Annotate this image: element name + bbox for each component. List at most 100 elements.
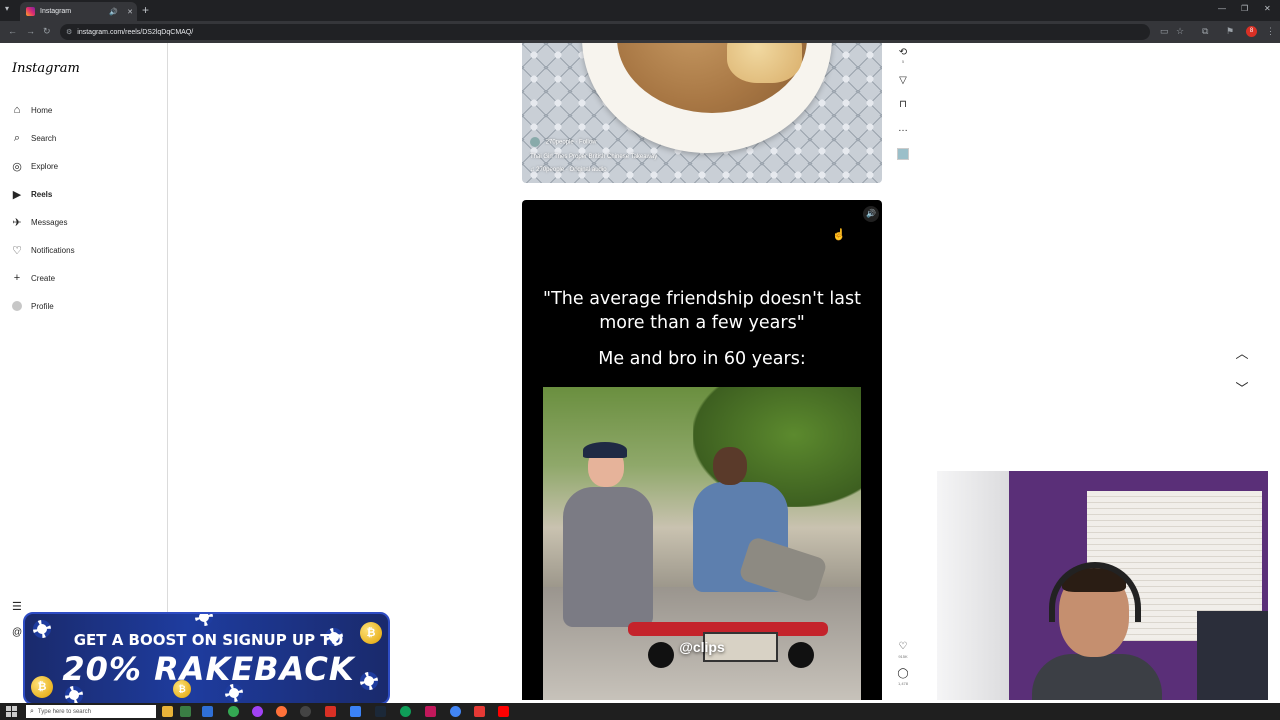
sidebar-item-explore[interactable]: ◎ Explore	[11, 157, 58, 175]
extensions-icon[interactable]: ⧉	[1202, 26, 1208, 37]
site-info-icon[interactable]: ⚙	[66, 28, 72, 36]
heart-icon: ♡	[12, 244, 22, 257]
repost-count: 5	[901, 59, 905, 64]
sidebar-item-create[interactable]: + Create	[11, 269, 55, 287]
reload-icon[interactable]: ↻	[43, 26, 51, 37]
app-icon[interactable]	[202, 706, 213, 717]
comment-icon[interactable]: ◯	[897, 669, 908, 679]
browser-tab-instagram[interactable]: Instagram 🔊 ✕	[20, 2, 137, 21]
minimize-icon[interactable]: —	[1218, 4, 1226, 13]
firefox-icon[interactable]	[276, 706, 287, 717]
share-icon[interactable]: ▽	[899, 76, 907, 86]
poker-chip-icon	[195, 614, 213, 626]
sidebar-item-label: Explore	[31, 161, 59, 171]
sidebar-item-label: Profile	[31, 301, 54, 311]
like-count: 915K	[898, 654, 908, 659]
video-watermark: @clips	[679, 639, 725, 655]
search-icon: ⌕	[13, 131, 21, 144]
sidebar-item-label: Create	[31, 273, 56, 283]
sidebar-item-label: Messages	[31, 217, 68, 227]
new-tab-button[interactable]: +	[142, 3, 149, 17]
sidebar-item-notifications[interactable]: ♡ Notifications	[11, 241, 75, 259]
cast-icon[interactable]: ▭	[1160, 26, 1169, 37]
url-text: instagram.com/reels/DS2lqDqCMAQ/	[77, 28, 194, 36]
windows-start-icon[interactable]	[6, 706, 17, 717]
app-icon[interactable]	[450, 706, 461, 717]
youtube-icon[interactable]	[498, 706, 509, 717]
reel-username[interactable]: 270people	[546, 140, 574, 146]
search-icon: ⌕	[30, 707, 34, 715]
save-icon[interactable]: ⊓	[899, 100, 907, 110]
reel-meta: 270people · Follow Thai Girl Tries Prope…	[530, 137, 657, 173]
volume-icon[interactable]: 🔊	[863, 206, 879, 222]
instagram-favicon-icon	[26, 7, 35, 16]
more-options-icon[interactable]: …	[898, 124, 908, 134]
tab-close-icon[interactable]: ✕	[127, 8, 133, 16]
reel-audio[interactable]: ♫ 270people · Original audio	[530, 167, 657, 173]
sidebar-item-label: Search	[31, 133, 57, 143]
follow-button[interactable]: Follow	[579, 140, 596, 146]
tab-search-icon[interactable]: ▾	[5, 4, 9, 13]
reel-actions: ♡ 915K ◯ 1,478	[896, 642, 910, 696]
mobility-scooter-image	[628, 602, 828, 672]
chrome-icon[interactable]	[228, 706, 239, 717]
clothes-image	[1197, 611, 1268, 700]
promo-headline: GET A BOOST ON SIGNUP UP TO	[73, 631, 344, 649]
chrome-menu-icon[interactable]: ⋮	[1266, 26, 1275, 37]
sidebar-item-profile[interactable]: Profile	[11, 297, 54, 315]
reels-icon: ▶	[12, 188, 22, 201]
browser-tab-bar: ▾ Instagram 🔊 ✕ + — ❐ ✕	[0, 0, 1280, 21]
maximize-icon[interactable]: ❐	[1241, 4, 1248, 13]
address-bar[interactable]: ⚙ instagram.com/reels/DS2lqDqCMAQ/	[60, 24, 1150, 40]
video-caption-subtext: Me and bro in 60 years:	[598, 349, 806, 369]
app-icon[interactable]	[474, 706, 485, 717]
man-in-blue-shirt-image	[673, 427, 828, 607]
audio-playing-icon[interactable]: 🔊	[109, 8, 118, 16]
tab-title: Instagram	[40, 8, 72, 15]
plus-icon: +	[13, 272, 21, 284]
forward-icon[interactable]: →	[26, 26, 35, 36]
steam-icon[interactable]	[375, 706, 386, 717]
reel-audio-label: 270people · Original audio	[536, 167, 607, 173]
previous-reel-chevron-up-icon[interactable]: ︿	[1233, 345, 1251, 363]
app-icon[interactable]	[350, 706, 361, 717]
app-icon[interactable]	[252, 706, 263, 717]
promo-banner[interactable]: ₿ ₿ ₿ GET A BOOST ON SIGNUP UP TO 20% RA…	[23, 612, 390, 705]
windows-taskbar: ⌕ Type here to search	[0, 703, 1280, 720]
sidebar-item-messages[interactable]: ✈ Messages	[11, 213, 67, 231]
back-icon[interactable]: ←	[8, 26, 17, 36]
app-icon[interactable]	[325, 706, 336, 717]
reel-actions-previous: ⟲ 5 ▽ ⊓ …	[896, 48, 910, 160]
instagram-logo[interactable]: Instagram	[12, 61, 80, 76]
audio-thumbnail[interactable]	[897, 148, 909, 160]
sidebar-item-reels[interactable]: ▶ Reels	[11, 185, 53, 203]
mouse-cursor-icon: ☝	[832, 229, 846, 241]
reel-author-row: 270people · Follow	[530, 137, 657, 147]
sidebar-item-home[interactable]: ⌂ Home	[11, 101, 53, 119]
reel-video[interactable]: "The average friendship doesn't last mor…	[522, 200, 882, 700]
messages-icon: ✈	[12, 216, 22, 229]
like-heart-icon[interactable]: ♡	[899, 642, 908, 652]
app-icon[interactable]	[425, 706, 436, 717]
more-menu-icon[interactable]: ☰	[12, 600, 22, 613]
taskbar-search-field[interactable]: ⌕ Type here to search	[26, 705, 156, 718]
threads-icon[interactable]: @	[12, 627, 22, 638]
obs-icon[interactable]	[300, 706, 311, 717]
reel-video-previous[interactable]: 270people · Follow Thai Girl Tries Prope…	[522, 43, 882, 183]
sidebar-item-label: Notifications	[31, 245, 75, 255]
sidebar-item-search[interactable]: ⌕ Search	[11, 129, 56, 147]
next-reel-chevron-down-icon[interactable]: ﹀	[1233, 380, 1251, 398]
poker-chip-icon	[65, 686, 83, 703]
edge-icon[interactable]	[400, 706, 411, 717]
avatar[interactable]	[530, 137, 540, 147]
repost-icon[interactable]: ⟲	[899, 48, 907, 58]
home-icon: ⌂	[13, 104, 21, 116]
avatar	[11, 300, 23, 312]
extension-icon[interactable]: ⚑	[1226, 26, 1234, 37]
app-icon[interactable]	[180, 706, 191, 717]
bookmark-star-icon[interactable]: ☆	[1176, 26, 1184, 37]
profile-avatar-icon[interactable]: 8	[1246, 26, 1257, 37]
window-close-icon[interactable]: ✕	[1264, 4, 1271, 13]
file-explorer-icon[interactable]	[162, 706, 173, 717]
food-image	[727, 43, 802, 83]
